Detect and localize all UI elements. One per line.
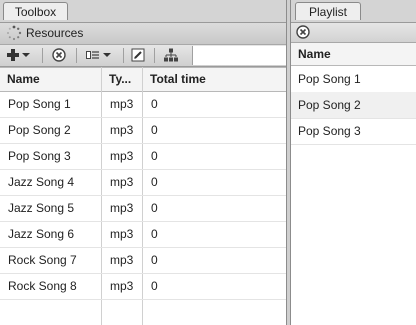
cell-type: mp3 xyxy=(110,97,134,111)
cell-total-time: 0 xyxy=(151,97,158,111)
tab-playlist[interactable]: Playlist xyxy=(295,2,361,20)
list-item[interactable]: Pop Song 3 xyxy=(291,118,416,145)
cell-name: Pop Song 1 xyxy=(8,97,71,111)
resources-section-header[interactable]: Resources xyxy=(0,23,286,45)
cell-type: mp3 xyxy=(110,123,134,137)
cell-total-time: 0 xyxy=(151,175,158,189)
cell-type: mp3 xyxy=(110,201,134,215)
add-icon xyxy=(7,49,19,61)
toolbar-filter-area xyxy=(192,46,286,65)
remove-icon xyxy=(52,48,66,62)
cell-type: mp3 xyxy=(110,227,134,241)
cell-name: Jazz Song 4 xyxy=(8,175,75,189)
edit-icon xyxy=(131,48,145,62)
cell-name: Rock Song 7 xyxy=(8,253,77,267)
column-header-type[interactable]: Ty... xyxy=(102,68,142,91)
dropdown-arrow-icon xyxy=(103,53,111,57)
cell-total-time: 0 xyxy=(151,149,158,163)
cell-name: Rock Song 8 xyxy=(8,279,77,293)
table-row[interactable]: Pop Song 2 mp3 0 xyxy=(0,117,286,144)
cell-type: mp3 xyxy=(110,279,134,293)
table-row[interactable]: Rock Song 8 mp3 0 xyxy=(0,273,286,300)
cell-name: Pop Song 3 xyxy=(8,149,71,163)
table-row[interactable]: Rock Song 7 mp3 0 xyxy=(0,247,286,274)
cell-name: Pop Song 2 xyxy=(8,123,71,137)
resources-grid: Name Ty... Total time Pop Song 1 mp3 0 Pop … xyxy=(0,67,286,325)
hierarchy-icon xyxy=(164,48,178,62)
cell-type: mp3 xyxy=(110,253,134,267)
toolbox-panel: Toolbox Resources Name Ty... Total time … xyxy=(0,0,287,325)
section-title: Resources xyxy=(26,26,84,40)
remove-icon xyxy=(296,25,310,39)
cell-type: mp3 xyxy=(110,149,134,163)
toolbar-separator xyxy=(42,48,43,63)
add-button[interactable] xyxy=(6,47,30,63)
table-row[interactable]: Pop Song 1 mp3 0 xyxy=(0,91,286,118)
cell-total-time: 0 xyxy=(151,227,158,241)
playlist-toolbar xyxy=(291,23,416,43)
playlist-tabstrip: Playlist xyxy=(291,0,416,23)
list-item[interactable]: Pop Song 2 xyxy=(291,92,416,119)
grid-header: Name Ty... Total time xyxy=(0,67,286,92)
column-header-name[interactable]: Name xyxy=(291,43,416,66)
playlist-panel: Playlist Name Pop Song 1 Pop Song 2 Pop So… xyxy=(290,0,416,325)
toolbar-separator xyxy=(154,48,155,63)
column-header-name[interactable]: Name xyxy=(0,68,101,91)
dropdown-arrow-icon xyxy=(22,53,30,57)
toolbar-separator xyxy=(76,48,77,63)
edit-button[interactable] xyxy=(131,47,145,63)
cell-total-time: 0 xyxy=(151,201,158,215)
list-item[interactable]: Pop Song 1 xyxy=(291,66,416,93)
cell-total-time: 0 xyxy=(151,279,158,293)
resources-toolbar xyxy=(0,45,286,67)
toolbar-separator xyxy=(123,48,124,63)
remove-button[interactable] xyxy=(296,24,310,40)
table-row[interactable]: Jazz Song 5 mp3 0 xyxy=(0,195,286,222)
table-row[interactable]: Pop Song 3 mp3 0 xyxy=(0,143,286,170)
column-header-total-time[interactable]: Total time xyxy=(143,68,286,91)
view-mode-icon xyxy=(86,51,99,59)
cell-type: mp3 xyxy=(110,175,134,189)
toolbox-tabstrip: Toolbox xyxy=(0,0,286,23)
loading-spinner-icon xyxy=(7,25,22,41)
view-mode-button[interactable] xyxy=(86,47,111,63)
tab-toolbox[interactable]: Toolbox xyxy=(3,2,68,20)
hierarchy-button[interactable] xyxy=(164,47,178,63)
cell-total-time: 0 xyxy=(151,123,158,137)
table-row[interactable]: Jazz Song 4 mp3 0 xyxy=(0,169,286,196)
remove-button[interactable] xyxy=(52,47,66,63)
cell-name: Jazz Song 5 xyxy=(8,201,75,215)
cell-total-time: 0 xyxy=(151,253,158,267)
table-row[interactable]: Jazz Song 6 mp3 0 xyxy=(0,221,286,248)
cell-name: Jazz Song 6 xyxy=(8,227,75,241)
playlist-grid: Name Pop Song 1 Pop Song 2 Pop Song 3 xyxy=(291,43,416,325)
